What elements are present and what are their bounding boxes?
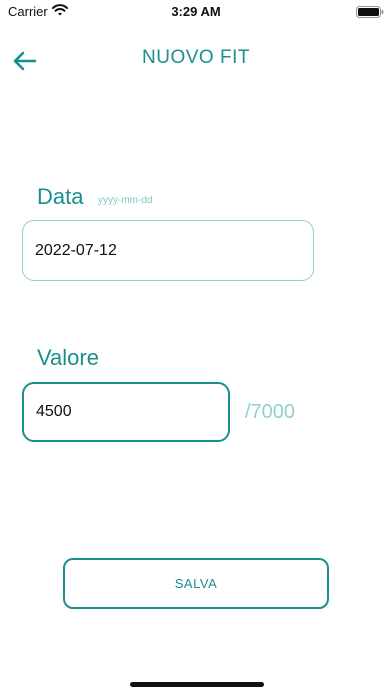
home-indicator xyxy=(130,682,264,687)
valore-max-label: /7000 xyxy=(245,401,296,423)
save-button[interactable]: SALVA xyxy=(63,558,329,609)
battery-icon xyxy=(356,5,384,18)
page-title: NUOVO FIT xyxy=(142,47,250,68)
date-input[interactable] xyxy=(22,220,314,281)
status-time: 3:29 AM xyxy=(171,4,221,19)
valore-input[interactable] xyxy=(22,382,230,442)
date-label: Data xyxy=(37,184,84,209)
valore-label: Valore xyxy=(37,345,99,370)
status-bar: Carrier 3:29 AM xyxy=(0,0,392,24)
date-format-hint: yyyy-mm-dd xyxy=(98,195,153,206)
